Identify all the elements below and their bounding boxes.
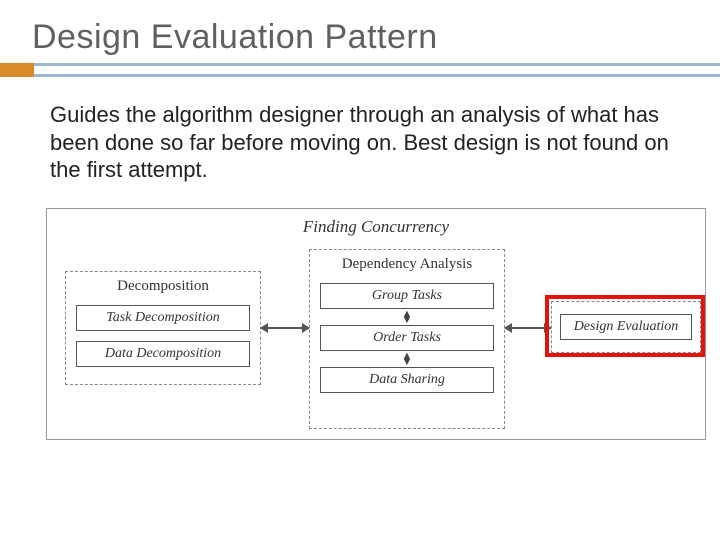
diagram-title: Finding Concurrency — [47, 217, 705, 237]
data-sharing-node: Data Sharing — [320, 367, 494, 393]
order-tasks-node: Order Tasks — [320, 325, 494, 351]
highlight-box — [545, 295, 705, 357]
updown-arrow-icon: ▲▼ — [310, 311, 504, 323]
title-underline — [0, 63, 720, 77]
updown-arrow-icon: ▲▼ — [310, 353, 504, 365]
decomposition-group: Decomposition Task Decomposition Data De… — [65, 271, 261, 385]
decomposition-label: Decomposition — [66, 272, 260, 305]
task-decomposition-node: Task Decomposition — [76, 305, 250, 331]
diagram: Finding Concurrency Decomposition Task D… — [46, 208, 706, 440]
dependency-label: Dependency Analysis — [310, 250, 504, 283]
accent-orange — [0, 63, 34, 77]
accent-blue — [34, 63, 720, 77]
dependency-group: Dependency Analysis Group Tasks ▲▼ Order… — [309, 249, 505, 429]
arrow-decomp-to-dep — [261, 327, 309, 329]
data-decomposition-node: Data Decomposition — [76, 341, 250, 367]
slide: Design Evaluation Pattern Guides the alg… — [0, 0, 720, 540]
slide-title: Design Evaluation Pattern — [32, 18, 688, 57]
group-tasks-node: Group Tasks — [320, 283, 494, 309]
body-paragraph: Guides the algorithm designer through an… — [50, 101, 684, 184]
